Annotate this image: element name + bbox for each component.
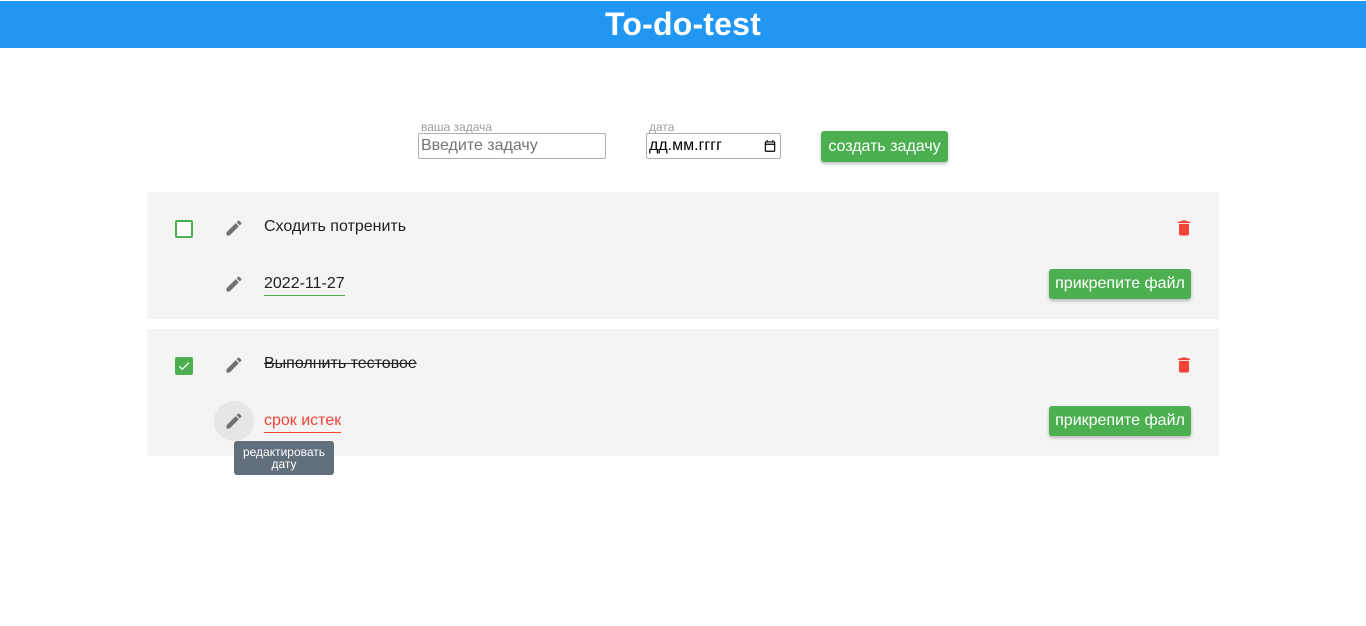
pencil-icon	[226, 413, 242, 429]
task-complete-checkbox[interactable]	[175, 357, 193, 375]
date-input[interactable]: дд.мм.гггг	[646, 133, 781, 159]
check-icon	[178, 362, 190, 371]
create-task-button[interactable]: создать задачу	[821, 131, 948, 162]
edit-task-button[interactable]	[214, 345, 254, 385]
app-title: To-do-test	[604, 6, 762, 42]
tooltip-text: редактировать дату	[242, 445, 326, 471]
calendar-icon[interactable]	[763, 139, 777, 153]
task-date-expired: срок истек	[264, 411, 342, 433]
edit-date-tooltip: редактировать дату	[234, 441, 334, 475]
trash-icon[interactable]	[1174, 355, 1194, 375]
edit-date-button[interactable]	[214, 264, 254, 304]
date-input-label: дата	[649, 120, 675, 134]
attach-file-button[interactable]: прикрепите файл	[1049, 406, 1191, 436]
trash-icon[interactable]	[1174, 218, 1194, 238]
app-header: To-do-test	[0, 1, 1366, 48]
pencil-icon	[226, 220, 242, 236]
pencil-icon	[226, 276, 242, 292]
task-card: Сходить потренить 2022-11-27 прикрепите …	[147, 192, 1219, 319]
date-input-placeholder: дд.мм.гггг	[649, 137, 722, 154]
pencil-icon	[226, 357, 242, 373]
edit-date-button[interactable]	[214, 401, 254, 441]
task-complete-checkbox[interactable]	[175, 220, 193, 238]
task-title: Сходить потренить	[264, 218, 407, 235]
task-card: Выполнить тестовое срок истек прикрепите…	[147, 329, 1219, 456]
task-input[interactable]	[418, 133, 606, 159]
task-input-label: ваша задача	[421, 120, 493, 134]
task-date: 2022-11-27	[264, 274, 345, 296]
attach-file-button[interactable]: прикрепите файл	[1049, 269, 1191, 299]
edit-task-button[interactable]	[214, 208, 254, 248]
task-title: Выполнить тестовое	[264, 355, 417, 372]
